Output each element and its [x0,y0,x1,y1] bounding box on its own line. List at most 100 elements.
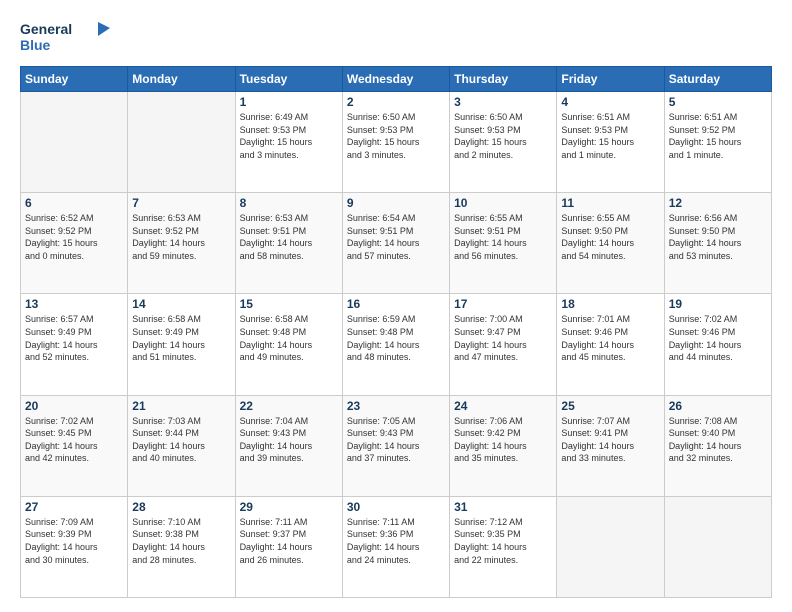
day-info: Sunrise: 7:06 AM Sunset: 9:42 PM Dayligh… [454,415,552,465]
day-number: 4 [561,95,659,109]
day-info: Sunrise: 6:53 AM Sunset: 9:52 PM Dayligh… [132,212,230,262]
calendar-cell: 5 Sunrise: 6:51 AM Sunset: 9:52 PM Daylig… [664,92,771,193]
day-number: 12 [669,196,767,210]
day-info: Sunrise: 7:02 AM Sunset: 9:46 PM Dayligh… [669,313,767,363]
logo-text: General Blue [20,18,110,56]
day-number: 2 [347,95,445,109]
calendar-week-1: 1 Sunrise: 6:49 AM Sunset: 9:53 PM Daylig… [21,92,772,193]
calendar-cell [21,92,128,193]
day-info: Sunrise: 6:50 AM Sunset: 9:53 PM Dayligh… [454,111,552,161]
day-info: Sunrise: 7:02 AM Sunset: 9:45 PM Dayligh… [25,415,123,465]
day-number: 10 [454,196,552,210]
day-number: 3 [454,95,552,109]
calendar-cell: 4 Sunrise: 6:51 AM Sunset: 9:53 PM Daylig… [557,92,664,193]
day-number: 30 [347,500,445,514]
calendar-cell [128,92,235,193]
day-number: 25 [561,399,659,413]
day-info: Sunrise: 6:58 AM Sunset: 9:49 PM Dayligh… [132,313,230,363]
calendar-cell [664,496,771,597]
day-info: Sunrise: 6:55 AM Sunset: 9:51 PM Dayligh… [454,212,552,262]
calendar-cell: 23 Sunrise: 7:05 AM Sunset: 9:43 PM Dayli… [342,395,449,496]
svg-text:Blue: Blue [20,37,51,53]
day-info: Sunrise: 6:59 AM Sunset: 9:48 PM Dayligh… [347,313,445,363]
calendar-cell: 18 Sunrise: 7:01 AM Sunset: 9:46 PM Dayli… [557,294,664,395]
calendar-cell: 10 Sunrise: 6:55 AM Sunset: 9:51 PM Dayli… [450,193,557,294]
day-number: 19 [669,297,767,311]
calendar-cell: 6Sunrise: 6:52 AM Sunset: 9:52 PM Daylig… [21,193,128,294]
day-number: 8 [240,196,338,210]
calendar-week-2: 6Sunrise: 6:52 AM Sunset: 9:52 PM Daylig… [21,193,772,294]
day-info: Sunrise: 6:55 AM Sunset: 9:50 PM Dayligh… [561,212,659,262]
calendar-cell: 15 Sunrise: 6:58 AM Sunset: 9:48 PM Dayli… [235,294,342,395]
weekday-header-thursday: Thursday [450,67,557,92]
calendar-cell: 19 Sunrise: 7:02 AM Sunset: 9:46 PM Dayli… [664,294,771,395]
day-number: 1 [240,95,338,109]
calendar-cell: 26 Sunrise: 7:08 AM Sunset: 9:40 PM Dayli… [664,395,771,496]
day-info: Sunrise: 7:09 AM Sunset: 9:39 PM Dayligh… [25,516,123,566]
day-info: Sunrise: 6:57 AM Sunset: 9:49 PM Dayligh… [25,313,123,363]
page: General Blue SundayMondayTuesdayWednesda… [0,0,792,612]
day-info: Sunrise: 6:51 AM Sunset: 9:52 PM Dayligh… [669,111,767,161]
day-number: 18 [561,297,659,311]
calendar-week-4: 20 Sunrise: 7:02 AM Sunset: 9:45 PM Dayli… [21,395,772,496]
day-number: 13 [25,297,123,311]
calendar-table: SundayMondayTuesdayWednesdayThursdayFrid… [20,66,772,598]
svg-text:General: General [20,21,72,37]
day-number: 9 [347,196,445,210]
day-number: 5 [669,95,767,109]
day-info: Sunrise: 7:05 AM Sunset: 9:43 PM Dayligh… [347,415,445,465]
logo: General Blue [20,18,110,56]
weekday-header-row: SundayMondayTuesdayWednesdayThursdayFrid… [21,67,772,92]
calendar-cell: 8 Sunrise: 6:53 AM Sunset: 9:51 PM Daylig… [235,193,342,294]
day-number: 26 [669,399,767,413]
day-number: 17 [454,297,552,311]
weekday-header-friday: Friday [557,67,664,92]
day-number: 6 [25,196,123,210]
day-number: 14 [132,297,230,311]
calendar-cell: 2 Sunrise: 6:50 AM Sunset: 9:53 PM Daylig… [342,92,449,193]
calendar-cell: 11 Sunrise: 6:55 AM Sunset: 9:50 PM Dayli… [557,193,664,294]
weekday-header-wednesday: Wednesday [342,67,449,92]
day-info: Sunrise: 7:08 AM Sunset: 9:40 PM Dayligh… [669,415,767,465]
calendar-cell: 28Sunrise: 7:10 AM Sunset: 9:38 PM Dayli… [128,496,235,597]
weekday-header-saturday: Saturday [664,67,771,92]
day-info: Sunrise: 7:04 AM Sunset: 9:43 PM Dayligh… [240,415,338,465]
calendar-cell: 30Sunrise: 7:11 AM Sunset: 9:36 PM Dayli… [342,496,449,597]
day-number: 29 [240,500,338,514]
day-number: 22 [240,399,338,413]
calendar-cell: 12 Sunrise: 6:56 AM Sunset: 9:50 PM Dayli… [664,193,771,294]
calendar-cell: 29 Sunrise: 7:11 AM Sunset: 9:37 PM Dayli… [235,496,342,597]
day-info: Sunrise: 6:51 AM Sunset: 9:53 PM Dayligh… [561,111,659,161]
day-number: 21 [132,399,230,413]
calendar-cell [557,496,664,597]
day-info: Sunrise: 6:54 AM Sunset: 9:51 PM Dayligh… [347,212,445,262]
day-info: Sunrise: 7:10 AM Sunset: 9:38 PM Dayligh… [132,516,230,566]
day-info: Sunrise: 6:49 AM Sunset: 9:53 PM Dayligh… [240,111,338,161]
calendar-cell: 13 Sunrise: 6:57 AM Sunset: 9:49 PM Dayli… [21,294,128,395]
day-number: 16 [347,297,445,311]
day-info: Sunrise: 6:50 AM Sunset: 9:53 PM Dayligh… [347,111,445,161]
day-number: 24 [454,399,552,413]
weekday-header-monday: Monday [128,67,235,92]
day-number: 27 [25,500,123,514]
day-number: 11 [561,196,659,210]
day-info: Sunrise: 7:01 AM Sunset: 9:46 PM Dayligh… [561,313,659,363]
day-info: Sunrise: 7:07 AM Sunset: 9:41 PM Dayligh… [561,415,659,465]
weekday-header-sunday: Sunday [21,67,128,92]
day-info: Sunrise: 7:11 AM Sunset: 9:37 PM Dayligh… [240,516,338,566]
day-info: Sunrise: 6:53 AM Sunset: 9:51 PM Dayligh… [240,212,338,262]
day-number: 23 [347,399,445,413]
calendar-cell: 17Sunrise: 7:00 AM Sunset: 9:47 PM Dayli… [450,294,557,395]
calendar-cell: 27 Sunrise: 7:09 AM Sunset: 9:39 PM Dayli… [21,496,128,597]
day-info: Sunrise: 6:56 AM Sunset: 9:50 PM Dayligh… [669,212,767,262]
calendar-cell: 14 Sunrise: 6:58 AM Sunset: 9:49 PM Dayli… [128,294,235,395]
day-number: 20 [25,399,123,413]
calendar-cell: 20 Sunrise: 7:02 AM Sunset: 9:45 PM Dayli… [21,395,128,496]
calendar-cell: 24 Sunrise: 7:06 AM Sunset: 9:42 PM Dayli… [450,395,557,496]
day-info: Sunrise: 6:58 AM Sunset: 9:48 PM Dayligh… [240,313,338,363]
day-number: 31 [454,500,552,514]
calendar-cell: 7Sunrise: 6:53 AM Sunset: 9:52 PM Daylig… [128,193,235,294]
day-number: 15 [240,297,338,311]
calendar-cell: 9 Sunrise: 6:54 AM Sunset: 9:51 PM Daylig… [342,193,449,294]
calendar-cell: 31Sunrise: 7:12 AM Sunset: 9:35 PM Dayli… [450,496,557,597]
